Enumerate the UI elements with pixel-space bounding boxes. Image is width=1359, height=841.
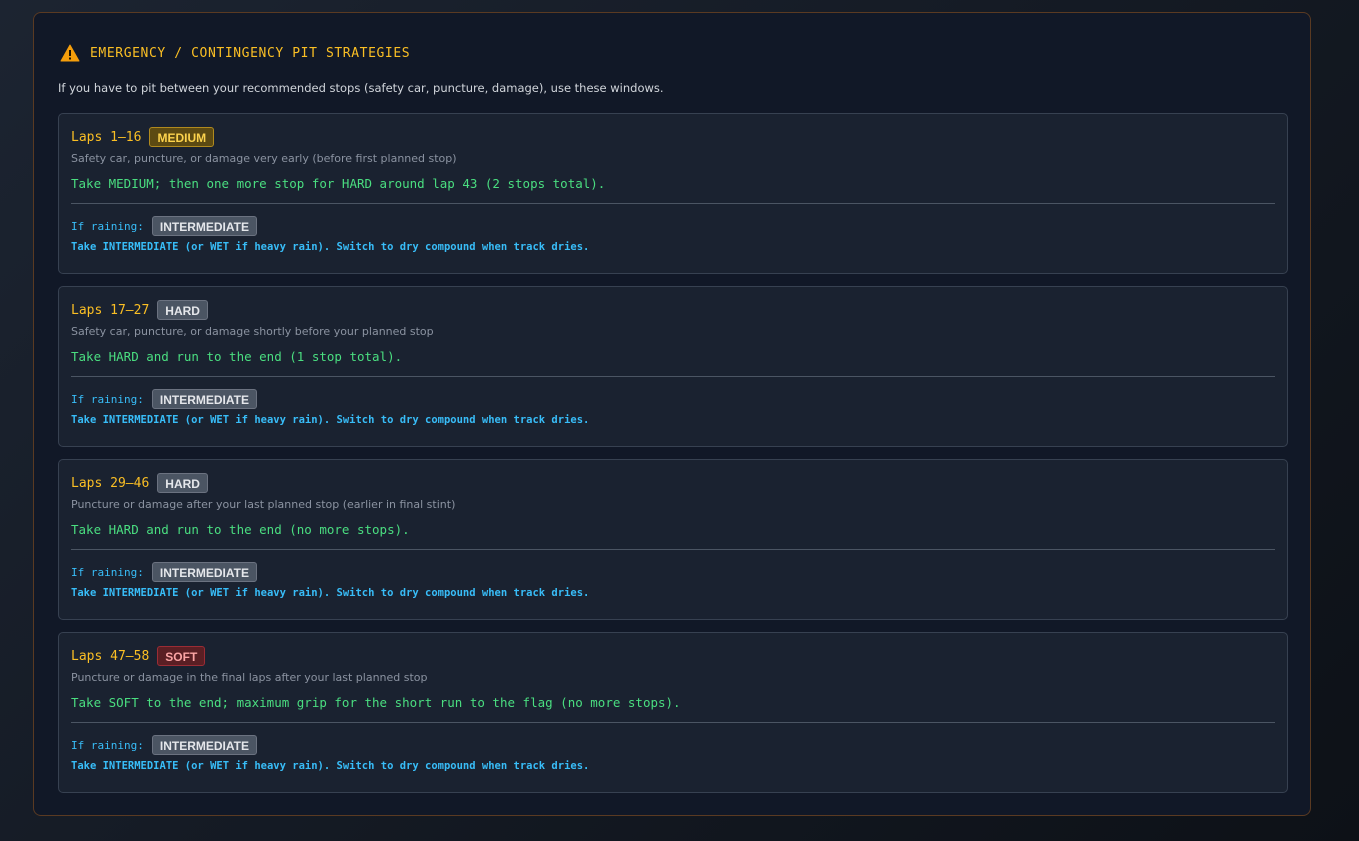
rain-label: If raining: [71, 565, 144, 579]
scenario-text: Puncture or damage in the final laps aft… [71, 671, 428, 684]
pit-window-card: Laps 17–27 HARD Safety car, puncture, or… [58, 286, 1288, 447]
laps-range: Laps 29–46 [71, 475, 150, 491]
warning-icon [60, 44, 80, 62]
rain-row: If raining: INTERMEDIATE [71, 388, 1275, 410]
laps-range: Laps 1–16 [71, 129, 142, 145]
rain-label: If raining: [71, 392, 144, 406]
dry-action-text: Take MEDIUM; then one more stop for HARD… [71, 176, 606, 191]
tyre-badge-soft: SOFT [157, 646, 206, 666]
window-header: Laps 17–27 HARD [71, 299, 1275, 321]
dry-action-text: Take SOFT to the end; maximum grip for t… [71, 695, 681, 710]
scenario-text: Puncture or damage after your last plann… [71, 498, 456, 511]
dry-action-text: Take HARD and run to the end (no more st… [71, 522, 410, 537]
panel-intro: If you have to pit between your recommen… [58, 81, 664, 95]
pit-window-card: Laps 29–46 HARD Puncture or damage after… [58, 459, 1288, 620]
tyre-badge-intermediate: INTERMEDIATE [151, 216, 257, 236]
tyre-badge-intermediate: INTERMEDIATE [151, 735, 257, 755]
rain-action-text: Take INTERMEDIATE (or WET if heavy rain)… [71, 241, 590, 253]
rain-action-text: Take INTERMEDIATE (or WET if heavy rain)… [71, 760, 590, 772]
tyre-badge-intermediate: INTERMEDIATE [151, 389, 257, 409]
laps-range: Laps 47–58 [71, 648, 150, 664]
rain-action-text: Take INTERMEDIATE (or WET if heavy rain)… [71, 587, 590, 599]
rain-action-text: Take INTERMEDIATE (or WET if heavy rain)… [71, 414, 590, 426]
rain-row: If raining: INTERMEDIATE [71, 215, 1275, 237]
panel-header: EMERGENCY / CONTINGENCY PIT STRATEGIES [58, 42, 1286, 64]
dry-action-text: Take HARD and run to the end (1 stop tot… [71, 349, 403, 364]
window-header: Laps 47–58 SOFT [71, 645, 1275, 667]
rain-label: If raining: [71, 219, 144, 233]
panel-title: EMERGENCY / CONTINGENCY PIT STRATEGIES [90, 45, 411, 61]
divider [71, 376, 1275, 377]
rain-label: If raining: [71, 738, 144, 752]
pit-window-card: Laps 1–16 MEDIUM Safety car, puncture, o… [58, 113, 1288, 274]
tyre-badge-medium: MEDIUM [149, 127, 215, 147]
window-header: Laps 29–46 HARD [71, 472, 1275, 494]
tyre-badge-hard: HARD [157, 300, 208, 320]
rain-row: If raining: INTERMEDIATE [71, 734, 1275, 756]
tyre-badge-hard: HARD [157, 473, 208, 493]
rain-row: If raining: INTERMEDIATE [71, 561, 1275, 583]
contingency-panel: EMERGENCY / CONTINGENCY PIT STRATEGIES I… [33, 12, 1311, 816]
window-header: Laps 1–16 MEDIUM [71, 126, 1275, 148]
divider [71, 722, 1275, 723]
pit-window-card: Laps 47–58 SOFT Puncture or damage in th… [58, 632, 1288, 793]
scenario-text: Safety car, puncture, or damage shortly … [71, 325, 434, 338]
scenario-text: Safety car, puncture, or damage very ear… [71, 152, 457, 165]
tyre-badge-intermediate: INTERMEDIATE [151, 562, 257, 582]
laps-range: Laps 17–27 [71, 302, 150, 318]
divider [71, 549, 1275, 550]
divider [71, 203, 1275, 204]
